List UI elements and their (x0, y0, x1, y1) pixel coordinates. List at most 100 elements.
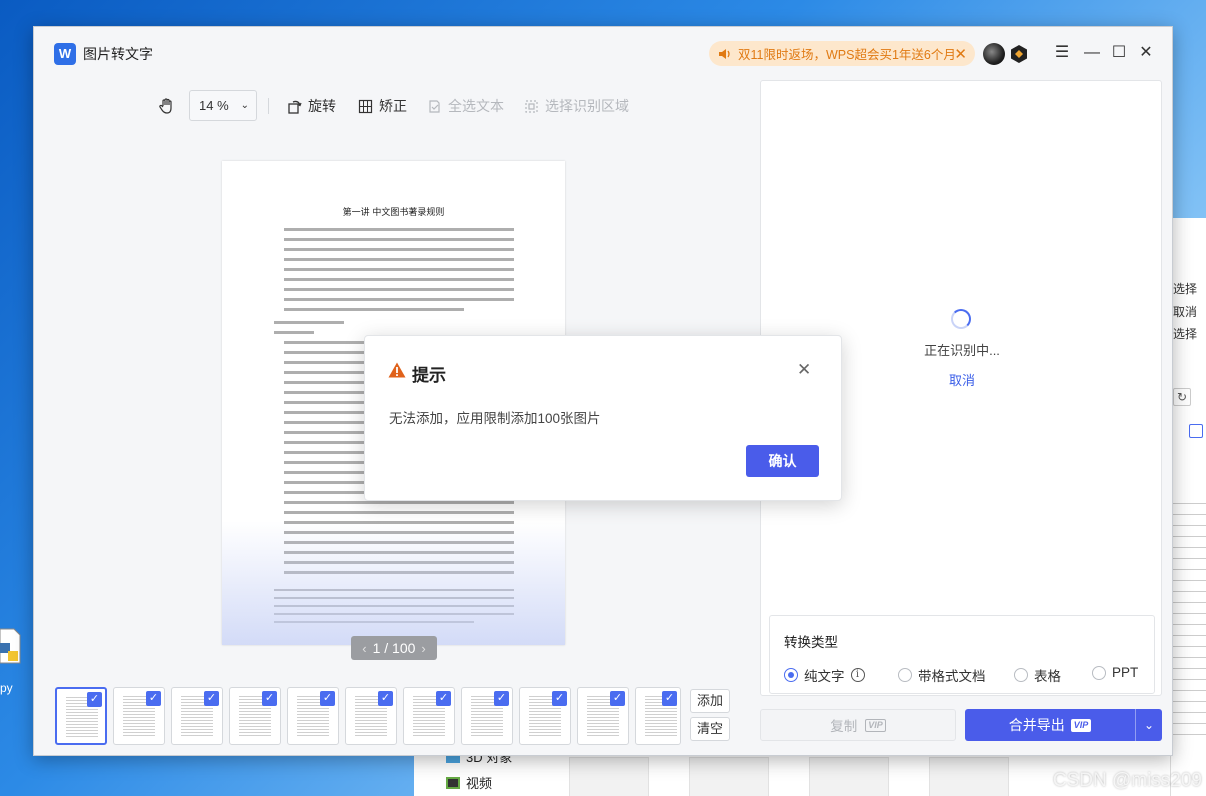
text-line (284, 501, 514, 504)
checkbox-checked-icon[interactable]: ✓ (662, 691, 677, 706)
app-title: 图片转文字 (83, 46, 153, 62)
option-table[interactable]: 表格 (1014, 665, 1061, 685)
alert-dialog: 提示 ✕ 无法添加，应用限制添加100张图片 确认 (364, 335, 842, 501)
add-button[interactable]: 添加 (690, 689, 730, 713)
text-line (284, 288, 514, 291)
radio-unselected[interactable] (1092, 665, 1106, 680)
explorer-item-label: 视频 (466, 776, 493, 791)
maximize-button[interactable]: ☐ (1107, 42, 1131, 64)
rotate-button[interactable]: 旋转 (287, 89, 336, 123)
speaker-icon (719, 48, 730, 59)
explorer-thumbnail (809, 757, 889, 796)
text-line (284, 248, 514, 251)
zoom-value: 14 % (199, 98, 229, 113)
thumbnail[interactable]: ✓ (287, 687, 339, 745)
checkbox-checked-icon[interactable]: ✓ (436, 691, 451, 706)
info-icon[interactable]: i (850, 668, 865, 682)
dialog-message: 无法添加，应用限制添加100张图片 (389, 411, 601, 426)
select-region-button[interactable]: 选择识别区域 (524, 89, 629, 123)
option-label: 带格式文档 (918, 669, 986, 684)
text-line (284, 298, 514, 301)
thumbnail[interactable]: ✓ (55, 687, 107, 745)
background-window-text: 选择 (1173, 282, 1198, 296)
thumbnail[interactable]: ✓ (635, 687, 681, 745)
conversion-type-title: 转换类型 (784, 635, 838, 650)
promo-text: 双11限时返场，WPS超会买1年送6个月 (738, 48, 956, 62)
explorer-thumbnail (569, 757, 649, 796)
merge-export-main[interactable]: 合并导出 VIP (965, 709, 1135, 741)
text-line (274, 321, 344, 324)
thumbnail[interactable]: ✓ (461, 687, 513, 745)
background-window-list (1172, 493, 1206, 743)
chevron-right-icon[interactable]: › (421, 641, 425, 656)
thumbnail[interactable]: ✓ (345, 687, 397, 745)
chevron-down-icon[interactable]: ⌄ (1136, 709, 1162, 741)
radio-unselected[interactable] (1014, 668, 1028, 682)
confirm-button[interactable]: 确认 (746, 445, 819, 477)
layout-icon (1189, 424, 1203, 438)
thumbnail[interactable]: ✓ (229, 687, 281, 745)
radio-selected[interactable] (784, 668, 798, 682)
hand-icon (159, 98, 172, 114)
avatar[interactable] (983, 43, 1005, 65)
copy-label: 复制 (830, 719, 858, 734)
chevron-left-icon[interactable]: ‹ (362, 641, 366, 656)
promo-banner[interactable]: 双11限时返场，WPS超会买1年送6个月 ✕ (709, 41, 975, 66)
close-button[interactable]: ✕ (1134, 42, 1158, 64)
close-icon[interactable]: ✕ (954, 45, 967, 63)
merge-export-button[interactable]: 合并导出 VIP ⌄ (965, 709, 1162, 741)
hand-tool[interactable] (158, 89, 176, 123)
menu-icon[interactable]: ☰ (1050, 42, 1074, 64)
background-window-text: 选择 (1173, 327, 1198, 341)
option-label: PPT (1112, 665, 1139, 680)
checkbox-checked-icon[interactable]: ✓ (378, 691, 393, 706)
select-text-icon (429, 99, 440, 113)
checkbox-checked-icon[interactable]: ✓ (204, 691, 219, 706)
checkbox-checked-icon[interactable]: ✓ (552, 691, 567, 706)
checkbox-checked-icon[interactable]: ✓ (146, 691, 161, 706)
checkbox-checked-icon[interactable]: ✓ (262, 691, 277, 706)
thumbnail[interactable]: ✓ (403, 687, 455, 745)
option-ppt[interactable]: PPT (1092, 665, 1138, 680)
select-all-text-button[interactable]: 全选文本 (427, 89, 504, 123)
explorer-item: 视频 (446, 773, 492, 792)
correct-button[interactable]: 矫正 (358, 89, 407, 123)
checkbox-checked-icon[interactable]: ✓ (610, 691, 625, 706)
text-line (284, 258, 514, 261)
option-plain-text[interactable]: 纯文字 i (784, 665, 865, 685)
export-label: 合并导出 (1008, 717, 1065, 733)
title-bar: W 图片转文字 双11限时返场，WPS超会买1年送6个月 ✕ ☰ — ☐ ✕ (34, 27, 1172, 79)
copy-button[interactable]: 复制 VIP (760, 709, 956, 741)
checkbox-checked-icon[interactable]: ✓ (320, 691, 335, 706)
thumbnail[interactable]: ✓ (171, 687, 223, 745)
close-icon[interactable]: ✕ (797, 360, 811, 380)
conversion-type-panel: 转换类型 纯文字 i 带格式文档 表格 PPT (769, 615, 1155, 694)
text-line (284, 238, 514, 241)
option-formatted-doc[interactable]: 带格式文档 (898, 665, 986, 685)
minimize-button[interactable]: — (1080, 42, 1104, 64)
checkbox-checked-icon[interactable]: ✓ (87, 692, 102, 707)
text-line (284, 278, 514, 281)
clear-button[interactable]: 清空 (690, 717, 730, 741)
chevron-down-icon: ⌄ (240, 100, 249, 111)
vip-badge: VIP (1070, 718, 1092, 732)
zoom-select[interactable]: 14 % ⌄ (189, 90, 257, 121)
select-all-label: 全选文本 (448, 98, 504, 114)
loading-spinner-icon (951, 309, 971, 329)
explorer-thumbnail (689, 757, 769, 796)
checkbox-checked-icon[interactable]: ✓ (494, 691, 509, 706)
dialog-title: 提示 (412, 366, 446, 385)
toolbar-divider (268, 98, 269, 114)
radio-unselected[interactable] (898, 668, 912, 682)
refresh-icon: ↻ (1173, 388, 1191, 406)
thumbnail[interactable]: ✓ (519, 687, 571, 745)
thumbnail[interactable]: ✓ (577, 687, 629, 745)
page-number: 1 / 100 (372, 640, 416, 656)
page-indicator[interactable]: ‹ 1 / 100 › (351, 636, 437, 660)
warning-icon (388, 362, 406, 378)
thumbnail[interactable]: ✓ (113, 687, 165, 745)
python-file-icon[interactable] (0, 625, 22, 675)
thumbnail-strip: ✓ ✓ ✓ ✓ ✓ ✓ ✓ ✓ ✓ ✓ ✓ (55, 687, 685, 745)
vip-badge-icon[interactable] (1010, 44, 1028, 64)
document-page-title: 第一讲 中文图书著录规则 (342, 208, 445, 218)
